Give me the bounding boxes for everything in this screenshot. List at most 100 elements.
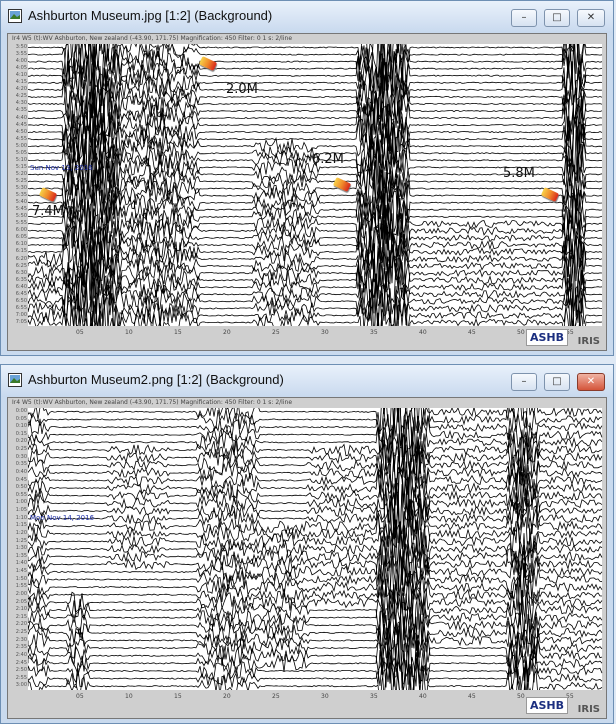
time-tick-label: 4:10 <box>15 72 27 79</box>
time-tick-label: 0:10 <box>15 423 27 430</box>
title-bar[interactable]: Ashburton Museum2.png [1:2] (Background)… <box>1 365 613 397</box>
seismogram-image[interactable]: Ir4 W5 (t):WV Ashburton, New zealand (-4… <box>7 33 607 351</box>
time-tick-label: 0:05 <box>15 415 27 422</box>
magnitude-label: 6.2M <box>312 152 344 167</box>
date-label: Sun Nov 13, 2016 <box>30 164 93 172</box>
minute-tick-label: 30 <box>321 329 329 336</box>
close-button[interactable]: ✕ <box>577 373 605 391</box>
time-tick-label: 5:35 <box>15 192 27 199</box>
time-tick-label: 6:30 <box>15 269 27 276</box>
time-tick-label: 6:35 <box>15 276 27 283</box>
time-tick-label: 2:20 <box>15 621 27 628</box>
title-bar[interactable]: Ashburton Museum.jpg [1:2] (Background) … <box>1 1 613 33</box>
viewer-window-2: Ashburton Museum2.png [1:2] (Background)… <box>0 364 614 724</box>
date-label: Mon Nov 14, 2016 <box>30 514 95 522</box>
time-tick-label: 6:50 <box>15 297 27 304</box>
time-tick-label: 2:05 <box>15 598 27 605</box>
magnitude-label: 7.4M <box>32 204 64 219</box>
seismogram-header: Ir4 W5 (t):WV Ashburton, New zealand (-4… <box>12 35 293 42</box>
time-tick-label: 0:00 <box>15 408 27 414</box>
time-tick-label: 6:05 <box>15 234 27 241</box>
time-tick-label: 0:45 <box>15 476 27 483</box>
time-tick-label: 1:00 <box>15 499 27 506</box>
time-tick-label: 5:00 <box>15 142 27 149</box>
minute-tick-label: 15 <box>174 693 182 700</box>
time-tick-label: 6:10 <box>15 241 27 248</box>
time-tick-label: 2:35 <box>15 644 27 651</box>
time-tick-label: 5:10 <box>15 156 27 163</box>
minute-tick-label: 25 <box>272 329 280 336</box>
time-tick-label: 4:20 <box>15 86 27 93</box>
window-title: Ashburton Museum.jpg [1:2] (Background) <box>28 8 273 23</box>
time-tick-label: 4:15 <box>15 79 27 86</box>
seismogram-plot <box>27 34 603 350</box>
time-tick-label: 5:55 <box>15 220 27 227</box>
maximize-button[interactable]: □ <box>544 373 570 391</box>
minute-tick-label: 20 <box>223 329 231 336</box>
station-code-badge: ASHB <box>525 697 568 714</box>
time-tick-label: 6:00 <box>15 227 27 234</box>
time-tick-label: 6:55 <box>15 304 27 311</box>
minute-tick-label: 40 <box>419 329 427 336</box>
time-tick-label: 3:00 <box>15 682 27 689</box>
time-tick-label: 4:40 <box>15 114 27 121</box>
time-tick-label: 4:25 <box>15 93 27 100</box>
time-tick-label: 1:10 <box>15 514 27 521</box>
close-button[interactable]: ✕ <box>577 9 605 27</box>
minute-tick-label: 45 <box>468 693 476 700</box>
time-tick-label: 0:15 <box>15 430 27 437</box>
time-tick-label: 5:15 <box>15 163 27 170</box>
station-code-badge: ASHB <box>525 329 568 346</box>
minute-tick-label: 45 <box>468 329 476 336</box>
time-tick-label: 1:35 <box>15 552 27 559</box>
minute-tick-label: 25 <box>272 693 280 700</box>
maximize-button[interactable]: □ <box>544 9 570 27</box>
time-tick-label: 0:50 <box>15 484 27 491</box>
time-tick-label: 3:50 <box>15 44 27 50</box>
minute-tick-label: 20 <box>223 693 231 700</box>
time-tick-label: 5:30 <box>15 185 27 191</box>
minute-tick-label: 35 <box>370 329 378 336</box>
minimize-button[interactable]: – <box>511 9 537 27</box>
time-tick-label: 4:35 <box>15 107 27 114</box>
time-tick-label: 1:25 <box>15 537 27 544</box>
seismic-trace <box>27 519 603 581</box>
image-viewer-icon <box>8 373 22 387</box>
time-tick-label: 4:00 <box>15 58 27 65</box>
time-tick-label: 4:30 <box>15 100 27 107</box>
time-tick-label: 7:05 <box>15 318 27 325</box>
time-tick-label: 1:40 <box>15 560 27 567</box>
time-tick-label: 0:40 <box>15 468 27 475</box>
time-tick-label: 2:10 <box>15 606 27 613</box>
viewer-window-1: Ashburton Museum.jpg [1:2] (Background) … <box>0 0 614 356</box>
time-tick-label: 2:45 <box>15 659 27 666</box>
window-title: Ashburton Museum2.png [1:2] (Background) <box>28 372 284 387</box>
time-tick-label: 0:30 <box>15 453 27 460</box>
time-tick-label: 5:05 <box>15 149 27 156</box>
time-tick-label: 6:40 <box>15 283 27 290</box>
minute-tick-label: 50 <box>517 693 525 700</box>
seismogram-plot <box>27 398 603 711</box>
time-tick-label: 4:05 <box>15 65 27 72</box>
time-tick-label: 3:55 <box>15 51 27 58</box>
time-tick-label: 1:15 <box>15 522 27 529</box>
minute-tick-label: 50 <box>517 329 525 336</box>
minimize-button[interactable]: – <box>511 373 537 391</box>
time-tick-label: 1:20 <box>15 529 27 536</box>
minute-tick-label: 40 <box>419 693 427 700</box>
seismogram-image[interactable]: Ir4 W5 (t):WV Ashburton, New zealand (-4… <box>7 397 607 719</box>
time-tick-label: 2:40 <box>15 651 27 658</box>
magnitude-label: 2.0M <box>226 82 258 97</box>
time-tick-label: 6:20 <box>15 255 27 262</box>
time-tick-label: 2:25 <box>15 629 27 636</box>
minute-tick-label: 05 <box>76 693 84 700</box>
seismic-trace <box>27 435 603 502</box>
iris-logo: IRIS <box>577 704 600 715</box>
time-tick-label: 1:30 <box>15 545 27 552</box>
time-tick-label: 5:40 <box>15 199 27 206</box>
time-tick-label: 1:50 <box>15 575 27 582</box>
time-tick-label: 1:55 <box>15 583 27 590</box>
minute-tick-label: 10 <box>125 693 133 700</box>
seismic-trace <box>27 259 603 331</box>
iris-logo: IRIS <box>577 336 600 347</box>
